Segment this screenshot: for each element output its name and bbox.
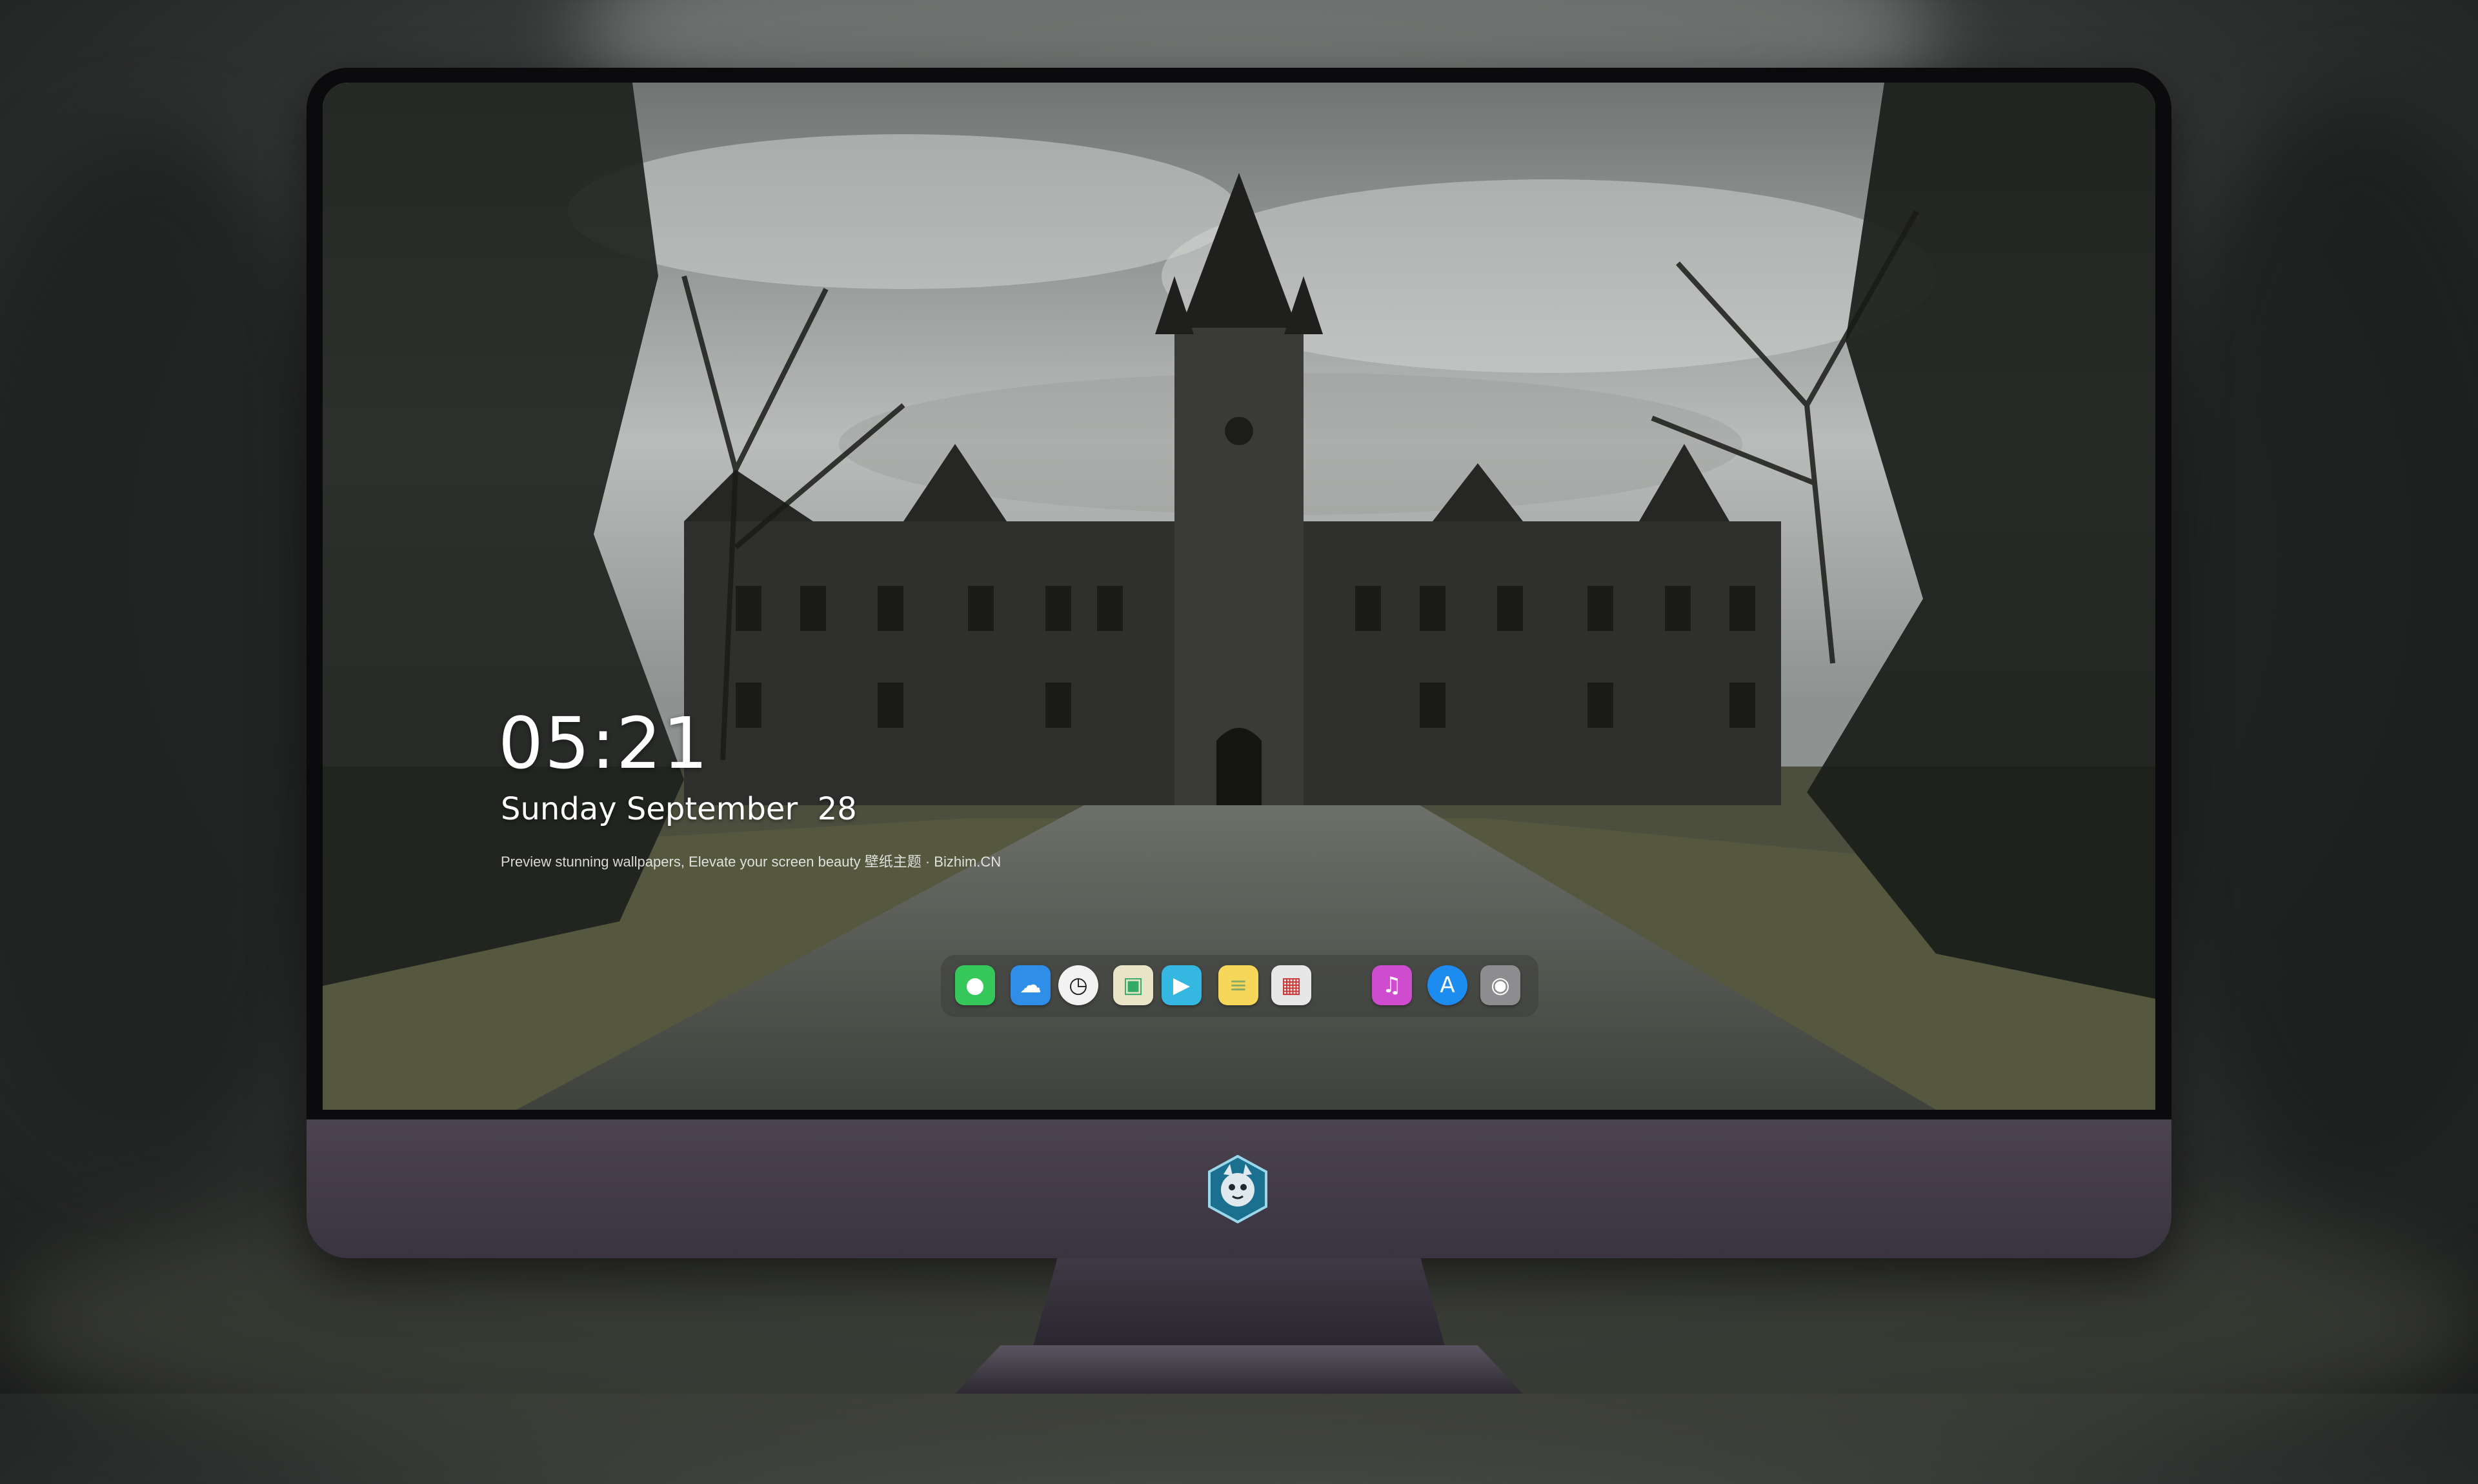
lockscreen-date: Sunday September 28 (501, 791, 857, 827)
itunes-icon[interactable]: ♫ (1372, 965, 1412, 1005)
weather-icon[interactable]: ☁ (1011, 965, 1051, 1005)
clock-icon[interactable]: ◷ (1058, 965, 1098, 1005)
preview-icon[interactable]: ▣ (1113, 965, 1153, 1005)
background-trees-right (2130, 97, 2478, 1194)
brand-logo-icon (1208, 1155, 1267, 1223)
monitor-stand-base (955, 1345, 1523, 1394)
monitor-stand-neck (1032, 1258, 1446, 1349)
camera-icon[interactable]: ◉ (1480, 965, 1520, 1005)
wallpaper-tagline: Preview stunning wallpapers, Elevate you… (501, 854, 1002, 870)
lockscreen-clock: 05:21 (498, 702, 710, 785)
notes-icon[interactable]: ≡ (1218, 965, 1258, 1005)
clips-icon[interactable]: ▶ (1162, 965, 1202, 1005)
app-store-icon[interactable]: A (1427, 965, 1467, 1005)
photo-booth-icon[interactable]: ▦ (1271, 965, 1311, 1005)
messages-icon[interactable]: ● (955, 965, 995, 1005)
